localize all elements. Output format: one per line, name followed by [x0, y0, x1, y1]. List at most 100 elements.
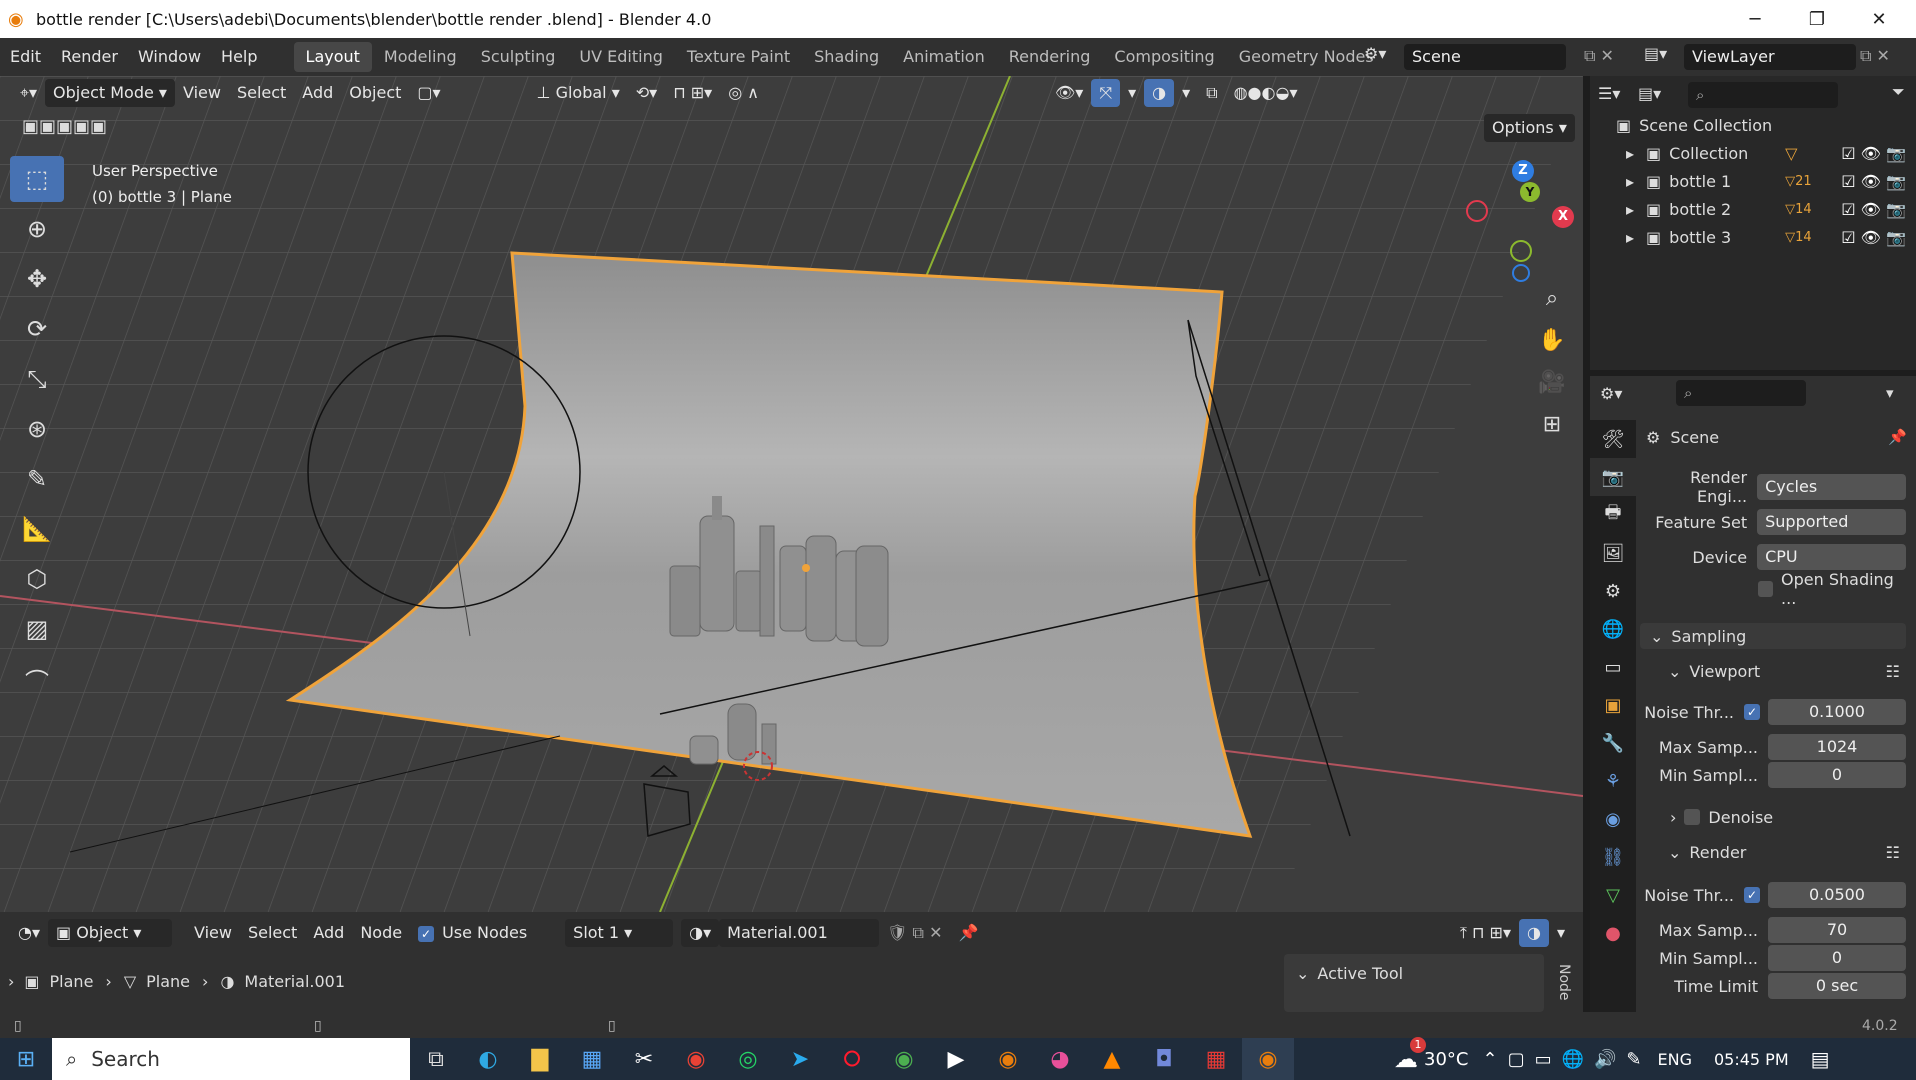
render-engine-select[interactable]: Cycles	[1757, 474, 1906, 500]
filter-funnel-icon[interactable]: ▽	[1785, 144, 1797, 163]
blender-active-icon[interactable]: ◉	[1242, 1038, 1294, 1080]
gizmo-neg-y[interactable]	[1510, 240, 1532, 262]
breadcrumb-mesh[interactable]: Plane	[146, 972, 190, 991]
zoom-icon[interactable]: ⌕	[1534, 278, 1570, 320]
gizmo-neg-x[interactable]	[1466, 200, 1488, 222]
windows-start-icon[interactable]: ⊞	[0, 1038, 52, 1080]
breadcrumb-material[interactable]: Material.001	[244, 972, 345, 991]
overlay-dropdown-icon[interactable]: ▾	[1174, 79, 1198, 107]
output-tab-icon[interactable]: 🖶	[1590, 496, 1636, 534]
row-visibility-controls[interactable]: ☑ 👁 📷	[1841, 228, 1906, 247]
material-browse-icon[interactable]: ◑▾	[681, 919, 720, 947]
filter-icon[interactable]: ⏷	[1892, 82, 1905, 102]
rotate-tool-icon[interactable]: ⟳	[10, 306, 64, 352]
menu-view[interactable]: View	[175, 79, 229, 107]
r-noise-checkbox[interactable]: ✓	[1744, 887, 1760, 903]
annotate-tool-icon[interactable]: ✎	[10, 456, 64, 502]
scene-icon[interactable]: ⚙▾	[1364, 44, 1386, 63]
expand-arrow-icon[interactable]: ▸	[1626, 200, 1634, 219]
menu-object[interactable]: Object	[341, 79, 409, 107]
tab-compositing[interactable]: Compositing	[1102, 42, 1226, 72]
weather-widget[interactable]: ☁ 1 30°C	[1394, 1037, 1468, 1073]
viewlayer-field[interactable]: ViewLayer	[1684, 44, 1856, 70]
sampling-section-header[interactable]: ⌄ Sampling	[1640, 623, 1906, 649]
proportional-edit-icon[interactable]: ◎ ∧	[720, 79, 767, 107]
properties-dropdown-icon[interactable]: ▾	[1886, 384, 1894, 402]
opera-icon[interactable]: ⭘	[826, 1038, 878, 1080]
restore-button[interactable]: ❐	[1786, 0, 1848, 38]
row-visibility-controls[interactable]: ☑ 👁 📷	[1841, 200, 1906, 219]
blender-taskbar-icon[interactable]: ◉	[982, 1038, 1034, 1080]
minimize-button[interactable]: ─	[1724, 0, 1786, 38]
tab-modeling[interactable]: Modeling	[372, 42, 469, 72]
close-button[interactable]: ✕	[1848, 0, 1910, 38]
expand-arrow-icon[interactable]: ▸	[1626, 172, 1634, 191]
shader-menu-add[interactable]: Add	[305, 919, 352, 947]
gizmo-y-axis[interactable]: Y	[1520, 182, 1540, 202]
display-mode-icon[interactable]: ▤▾	[1638, 84, 1661, 103]
use-nodes-toggle[interactable]: ✓ Use Nodes	[410, 919, 535, 947]
tab-shading[interactable]: Shading	[802, 42, 891, 72]
taskbar-search[interactable]: ⌕ Search	[52, 1038, 410, 1080]
vp-noise-field[interactable]: 0.1000	[1768, 699, 1906, 725]
navigation-gizmo[interactable]: Z Y X	[1460, 160, 1580, 284]
new-viewlayer-icon[interactable]: ⧉ ✕	[1860, 46, 1890, 66]
tab-uv-editing[interactable]: UV Editing	[567, 42, 674, 72]
gizmo-toggle-icon[interactable]: ⤧	[1091, 79, 1121, 107]
shader-pin-icon[interactable]: 📌	[950, 919, 986, 947]
outliner-item-bottle-2[interactable]: ▸ ▣ bottle 2 ▽14 ☑ 👁 📷	[1590, 196, 1916, 222]
task-view-icon[interactable]: ⧉	[410, 1038, 462, 1080]
viewlayer-icon[interactable]: ▤▾	[1644, 44, 1667, 63]
ortho-grid-icon[interactable]: ⊞	[1534, 404, 1570, 446]
tab-sculpting[interactable]: Sculpting	[469, 42, 568, 72]
system-tray-icons[interactable]: ⌃▢▭🌐🔊✎	[1482, 1049, 1651, 1070]
menu-render[interactable]: Render	[51, 42, 128, 72]
color-app-icon[interactable]: ◕	[1034, 1038, 1086, 1080]
presets-list-icon[interactable]: ☷	[1886, 843, 1900, 862]
menu-select[interactable]: Select	[229, 79, 294, 107]
scale-tool-icon[interactable]: ⤡	[10, 356, 64, 402]
tab-geometry-nodes[interactable]: Geometry Nodes	[1227, 42, 1386, 72]
tab-rendering[interactable]: Rendering	[997, 42, 1103, 72]
shader-menu-node[interactable]: Node	[352, 919, 410, 947]
select-mode-icon[interactable]: ▢▾	[409, 79, 448, 107]
mode-select[interactable]: Object Mode ▾	[45, 79, 175, 107]
render-tab-icon[interactable]: 📷	[1590, 458, 1636, 496]
tab-layout[interactable]: Layout	[293, 42, 372, 72]
tab-texture-paint[interactable]: Texture Paint	[675, 42, 802, 72]
menu-edit[interactable]: Edit	[0, 42, 51, 72]
scene-tab-icon[interactable]: ⚙	[1590, 572, 1636, 610]
transform-orientation[interactable]: ⊥ Global ▾	[529, 79, 628, 107]
camera-view-icon[interactable]: 🎥	[1534, 362, 1570, 404]
feature-set-select[interactable]: Supported	[1757, 509, 1906, 535]
denoise-checkbox[interactable]	[1684, 809, 1701, 825]
open-shading-checkbox[interactable]	[1758, 581, 1774, 597]
shader-overlay-dropdown-icon[interactable]: ▾	[1549, 919, 1573, 947]
options-dropdown[interactable]: Options ▾	[1484, 114, 1575, 142]
notification-icon[interactable]: ▤	[1811, 1047, 1830, 1071]
whatsapp-icon[interactable]: ◎	[722, 1038, 774, 1080]
outliner-item-collection[interactable]: ▸ ▣ Collection ▽ ☑ 👁 📷	[1590, 140, 1916, 166]
menu-add[interactable]: Add	[294, 79, 341, 107]
row-visibility-controls[interactable]: ☑ 👁 📷	[1841, 144, 1906, 163]
add-cube-tool-icon[interactable]: ⬡	[10, 556, 64, 602]
node-sidebar-tab[interactable]: Node	[1556, 964, 1572, 1001]
editor-type-icon[interactable]: ⌖▾	[12, 79, 45, 107]
expand-arrow-icon[interactable]: ▸	[1626, 228, 1634, 247]
3d-viewport[interactable]: ⌖▾ Object Mode ▾ View Select Add Object …	[0, 76, 1583, 912]
menu-help[interactable]: Help	[211, 42, 267, 72]
snap-icon[interactable]: ⊓ ⊞▾	[665, 79, 720, 107]
world-tab-icon[interactable]: 🌐	[1590, 610, 1636, 648]
view-layer-tab-icon[interactable]: 🖼	[1590, 534, 1636, 572]
properties-search-input[interactable]: ⌕	[1676, 380, 1806, 406]
visibility-icon[interactable]: 👁▾	[1047, 79, 1091, 107]
gizmo-dropdown-icon[interactable]: ▾	[1120, 79, 1144, 107]
tool-tab-icon[interactable]: 🛠	[1590, 420, 1636, 458]
outliner-item-bottle-3[interactable]: ▸ ▣ bottle 3 ▽14 ☑ 👁 📷	[1590, 224, 1916, 250]
breadcrumb-object[interactable]: Plane	[50, 972, 94, 991]
menu-window[interactable]: Window	[128, 42, 211, 72]
render-subsection-header[interactable]: ⌄ Render ☷	[1640, 839, 1906, 865]
file-explorer-icon[interactable]: ▇	[514, 1038, 566, 1080]
chrome-icon[interactable]: ◉	[670, 1038, 722, 1080]
expand-arrow-icon[interactable]: ▸	[1626, 144, 1634, 163]
